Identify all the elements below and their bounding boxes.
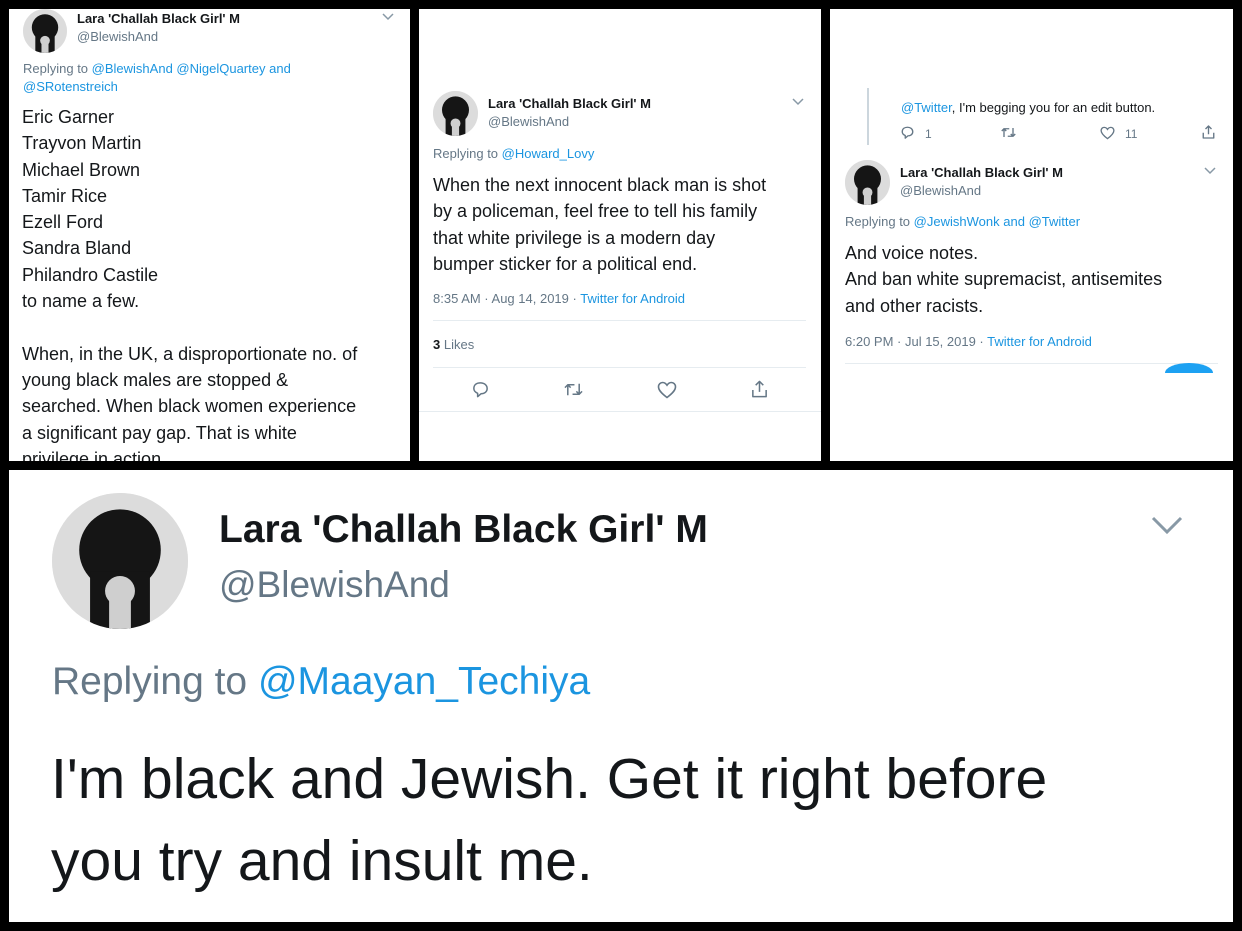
tweet-meta: 6:20 PM · Jul 15, 2019 · Twitter for And…	[845, 334, 1092, 349]
retweet-icon[interactable]	[1000, 125, 1017, 140]
author-handle[interactable]: @BlewishAnd	[77, 29, 158, 44]
tweet-panel-4: Lara 'Challah Black Girl' M @BlewishAnd …	[9, 470, 1233, 922]
reply-icon[interactable]	[900, 125, 915, 140]
reply-mention[interactable]: @SRotenstreich	[23, 79, 118, 94]
tweet-panel-1: Lara 'Challah Black Girl' M @BlewishAnd …	[9, 9, 410, 461]
tweet-line	[22, 314, 357, 340]
likes-summary[interactable]: 3 Likes	[433, 337, 474, 352]
reply-mention[interactable]: @JewishWonk	[914, 214, 1000, 229]
like-icon[interactable]	[1100, 126, 1115, 140]
divider	[419, 411, 821, 412]
tweet-line: searched. When black women experience	[22, 396, 357, 417]
tweet-text: I'm black and Jewish. Get it right befor…	[51, 738, 1047, 902]
avatar[interactable]	[433, 91, 478, 136]
divider	[433, 320, 806, 321]
mention[interactable]: @Twitter	[901, 100, 952, 115]
tweet-line: And voice notes.	[845, 243, 979, 263]
tweet-line: young black males are stopped &	[22, 369, 289, 390]
tweet-line: and other racists.	[845, 295, 984, 316]
author-name[interactable]: Lara 'Challah Black Girl' M	[77, 11, 240, 26]
tweet-line: Eric Garner	[22, 107, 115, 127]
tweet-line: Michael Brown	[22, 159, 141, 180]
divider	[845, 363, 1218, 364]
reply-and[interactable]: and	[269, 61, 291, 76]
reply-context: Replying to @JewishWonk and @Twitter	[845, 214, 1080, 229]
divider	[433, 367, 806, 368]
reply-prefix: Replying to	[52, 660, 248, 703]
tweet-line: When the next innocent black man is shot	[433, 175, 767, 195]
reply-and[interactable]: and	[1003, 214, 1025, 229]
tweet-line: Sandra Bland	[22, 238, 132, 259]
avatar[interactable]	[52, 493, 188, 629]
tweet-line: Philandro Castile	[22, 264, 159, 285]
chevron-down-icon[interactable]	[1151, 516, 1183, 536]
like-icon[interactable]	[657, 381, 677, 399]
tweet-line: to name a few.	[22, 291, 140, 312]
tweet-line: that white privilege is a modern day	[433, 227, 716, 248]
timestamp[interactable]: 8:35 AM · Aug 14, 2019 ·	[433, 291, 577, 306]
tweet-line: Ezell Ford	[22, 212, 104, 233]
tweet-text: Eric Garner Trayvon Martin Michael Brown…	[22, 104, 357, 461]
share-icon[interactable]	[750, 379, 769, 399]
chevron-down-icon[interactable]	[792, 98, 804, 106]
likes-label: Likes	[443, 337, 475, 352]
author-handle[interactable]: @BlewishAnd	[219, 564, 450, 606]
compose-button[interactable]	[1165, 363, 1213, 373]
author-name[interactable]: Lara 'Challah Black Girl' M	[219, 508, 708, 552]
tweet-line: And ban white supremacist, antisemites	[845, 269, 1163, 290]
author-handle[interactable]: @BlewishAnd	[900, 183, 981, 198]
tweet-text: And voice notes. And ban white supremaci…	[845, 240, 1162, 319]
tweet-source[interactable]: Twitter for Android	[987, 334, 1092, 349]
reply-mention[interactable]: @Maayan_Techiya	[258, 660, 590, 703]
tweet-line: by a policeman, feel free to tell his fa…	[433, 201, 758, 222]
reply-context: Replying to @Howard_Lovy	[433, 146, 594, 161]
reply-mention[interactable]: @BlewishAnd @NigelQuartey	[92, 61, 266, 76]
tweet-line: privilege in action.	[22, 448, 167, 461]
avatar[interactable]	[845, 160, 890, 205]
tweet-line: I'm black and Jewish. Get it right befor…	[51, 747, 1048, 811]
reply-icon[interactable]	[471, 380, 490, 399]
reply-prefix: Replying to	[433, 146, 499, 161]
reply-mention[interactable]: @Howard_Lovy	[502, 146, 595, 161]
reply-prefix: Replying to	[23, 61, 89, 76]
chevron-down-icon[interactable]	[382, 13, 394, 21]
tweet-line: Tamir Rice	[22, 185, 108, 206]
share-icon[interactable]	[1201, 124, 1216, 140]
tweet-panel-2: Lara 'Challah Black Girl' M @BlewishAnd …	[419, 9, 821, 461]
tweet-line: a significant pay gap. That is white	[22, 422, 297, 443]
tweet-text: When the next innocent black man is shot…	[433, 172, 766, 277]
timestamp[interactable]: 6:20 PM · Jul 15, 2019 ·	[845, 334, 984, 349]
previous-tweet-body: , I'm begging you for an edit button.	[951, 100, 1156, 115]
reply-context: Replying to @BlewishAnd @NigelQuartey an…	[23, 60, 291, 96]
tweet-line: bumper sticker for a political end.	[433, 253, 698, 274]
reply-count: 1	[925, 127, 932, 141]
avatar[interactable]	[23, 9, 67, 53]
previous-tweet-text: @Twitter, I'm begging you for an edit bu…	[901, 100, 1155, 115]
thread-line	[867, 88, 869, 145]
tweet-line: When, in the UK, a disproportionate no. …	[22, 343, 358, 364]
author-name[interactable]: Lara 'Challah Black Girl' M	[488, 96, 651, 111]
tweet-meta: 8:35 AM · Aug 14, 2019 · Twitter for And…	[433, 291, 685, 306]
author-handle[interactable]: @BlewishAnd	[488, 114, 569, 129]
tweet-line: Trayvon Martin	[22, 133, 142, 154]
reply-mention[interactable]: @Twitter	[1029, 214, 1080, 229]
reply-prefix: Replying to	[845, 214, 911, 229]
tweet-line: you try and insult me.	[51, 829, 593, 893]
like-count: 11	[1125, 127, 1138, 141]
reply-context: Replying to @Maayan_Techiya	[52, 660, 590, 704]
chevron-down-icon[interactable]	[1204, 167, 1216, 175]
tweet-panel-3: @Twitter, I'm begging you for an edit bu…	[830, 9, 1233, 461]
retweet-icon[interactable]	[563, 380, 584, 399]
likes-count: 3	[433, 337, 441, 352]
author-name[interactable]: Lara 'Challah Black Girl' M	[900, 165, 1063, 180]
tweet-source[interactable]: Twitter for Android	[580, 291, 685, 306]
